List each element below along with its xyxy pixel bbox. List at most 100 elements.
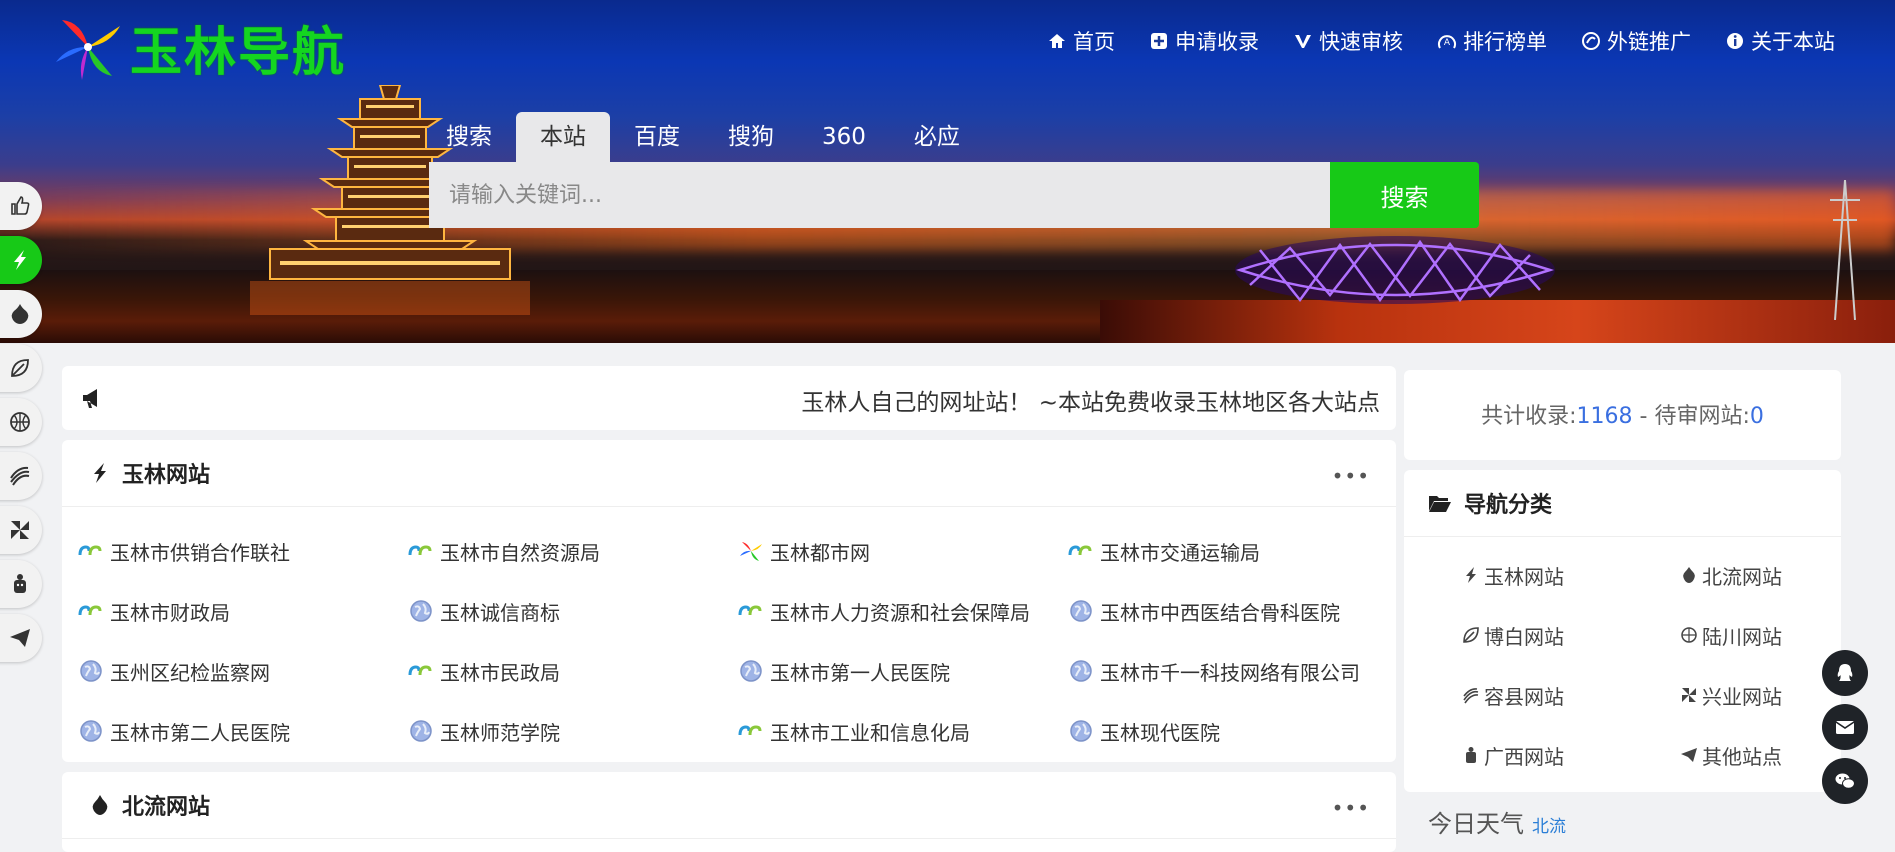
category-luchuan[interactable]: 陆川网站 bbox=[1622, 605, 1840, 665]
drupal-icon bbox=[11, 304, 29, 324]
home-icon bbox=[1049, 34, 1065, 48]
nav-home[interactable]: 首页 bbox=[1047, 26, 1115, 56]
notice-bar: 玉林人自己的网址站！ ~本站免费收录玉林地区各大站点 bbox=[62, 366, 1396, 430]
weather-widget: 今日天气 北流 bbox=[1428, 804, 1566, 839]
site-link[interactable]: 玉林市自然资源局 bbox=[408, 521, 738, 581]
site-link[interactable]: 玉林都市网 bbox=[738, 521, 1068, 581]
search-engine-tabs: 搜索 本站 百度 搜狗 360 必应 bbox=[440, 112, 984, 162]
site-link[interactable]: 玉林市人力资源和社会保障局 bbox=[738, 581, 1068, 641]
gov-icon bbox=[408, 545, 432, 556]
left-xingye-button[interactable] bbox=[0, 506, 42, 554]
section-header: 玉林网站 ••• bbox=[62, 440, 1396, 507]
email-button[interactable] bbox=[1822, 704, 1868, 750]
nav-ranking[interactable]: A 排行榜单 bbox=[1437, 26, 1547, 56]
left-yulin-button[interactable] bbox=[0, 236, 42, 284]
section-beiliu-sites: 北流网站 ••• bbox=[62, 772, 1396, 852]
section-yulin-sites: 玉林网站 ••• 玉林市供销合作联社 玉林市自然资源局 玉林都市网 玉林市交通运输局玉… bbox=[62, 440, 1396, 762]
tab-baidu[interactable]: 百度 bbox=[610, 112, 704, 162]
pinwheel-icon bbox=[1682, 688, 1696, 702]
site-name: 玉林市工业和信息化局 bbox=[770, 720, 970, 745]
category-rongxian[interactable]: 容县网站 bbox=[1404, 665, 1622, 725]
site-link[interactable]: 玉林市民政局 bbox=[408, 641, 738, 701]
site-link[interactable]: 玉林市第一人民医院 bbox=[738, 641, 1068, 701]
category-guangxi[interactable]: 广西网站 bbox=[1404, 725, 1622, 785]
stats-pending-label: 待审网站: bbox=[1654, 404, 1750, 429]
stats-separator: - bbox=[1632, 404, 1655, 429]
site-link[interactable]: 玉林市中西医结合骨科医院 bbox=[1068, 581, 1398, 641]
site-link[interactable]: 玉林市交通运输局 bbox=[1068, 521, 1398, 581]
drupal-icon bbox=[1683, 567, 1695, 583]
stats-line: 共计收录:1168 - 待审网站:0 bbox=[1404, 398, 1841, 430]
category-other[interactable]: 其他站点 bbox=[1622, 725, 1840, 785]
category-bobai[interactable]: 博白网站 bbox=[1404, 605, 1622, 665]
left-rongxian-button[interactable] bbox=[0, 452, 42, 500]
more-options-icon[interactable]: ••• bbox=[1332, 796, 1370, 820]
category-xingye[interactable]: 兴业网站 bbox=[1622, 665, 1840, 725]
search-button[interactable]: 搜索 bbox=[1330, 162, 1479, 228]
tab-sogou[interactable]: 搜狗 bbox=[704, 112, 798, 162]
tab-search[interactable]: 搜索 bbox=[440, 112, 516, 162]
left-other-button[interactable] bbox=[0, 614, 42, 662]
gov-icon bbox=[738, 725, 762, 736]
section-title: 北流网站 bbox=[122, 795, 211, 820]
tab-360[interactable]: 360 bbox=[798, 112, 890, 162]
category-label: 容县网站 bbox=[1484, 684, 1564, 709]
site-link[interactable]: 玉林市财政局 bbox=[78, 581, 408, 641]
leaf-icon bbox=[11, 359, 29, 377]
category-label: 博白网站 bbox=[1484, 624, 1564, 649]
site-link[interactable]: 玉林诚信商标 bbox=[408, 581, 738, 641]
nav-submit[interactable]: 申请收录 bbox=[1149, 26, 1259, 56]
site-logo[interactable]: 玉林导航 bbox=[52, 12, 346, 83]
info-icon bbox=[1727, 33, 1743, 49]
qq-icon bbox=[1837, 664, 1853, 681]
category-label: 陆川网站 bbox=[1702, 624, 1782, 649]
left-bobai-button[interactable] bbox=[0, 344, 42, 392]
globe-icon bbox=[1070, 660, 1092, 682]
gov-icon bbox=[738, 605, 762, 616]
hero-banner: 玉林导航 首页 申请收录 快速审核 A 排行榜单 外链推广 关于本站 搜索 本站 bbox=[0, 0, 1895, 343]
qq-button[interactable] bbox=[1822, 650, 1868, 696]
more-options-icon[interactable]: ••• bbox=[1332, 464, 1370, 488]
site-link[interactable]: 玉州区纪检监察网 bbox=[78, 641, 408, 701]
nav-external-links[interactable]: 外链推广 bbox=[1581, 26, 1691, 56]
site-link[interactable]: 玉林市千一科技网络有限公司 bbox=[1068, 641, 1398, 701]
site-link[interactable]: 玉林现代医院 bbox=[1068, 701, 1398, 761]
v-icon bbox=[1295, 35, 1311, 48]
wechat-button[interactable] bbox=[1822, 758, 1868, 804]
nav-fast-review-label: 快速审核 bbox=[1319, 30, 1403, 54]
tab-bing[interactable]: 必应 bbox=[890, 112, 984, 162]
nav-submit-label: 申请收录 bbox=[1175, 30, 1259, 54]
basketball-icon bbox=[1681, 627, 1697, 643]
site-name: 玉林市民政局 bbox=[440, 660, 560, 685]
site-link[interactable]: 玉林市第二人民医院 bbox=[78, 701, 408, 761]
category-label: 北流网站 bbox=[1702, 564, 1782, 589]
leaf-icon bbox=[1463, 627, 1479, 643]
site-name: 玉林诚信商标 bbox=[440, 600, 560, 625]
weather-city[interactable]: 北流 bbox=[1532, 817, 1566, 837]
tab-site[interactable]: 本站 bbox=[516, 112, 610, 162]
nav-ranking-label: 排行榜单 bbox=[1463, 30, 1547, 54]
drupal-icon bbox=[92, 795, 108, 815]
site-link[interactable]: 玉林市供销合作联社 bbox=[78, 521, 408, 581]
left-luchuan-button[interactable] bbox=[0, 398, 42, 446]
power-tower bbox=[1830, 180, 1860, 320]
pinwheel-icon bbox=[11, 521, 29, 539]
site-link[interactable]: 玉林师范学院 bbox=[408, 701, 738, 761]
nav-fast-review[interactable]: 快速审核 bbox=[1293, 26, 1403, 56]
left-beiliu-button[interactable] bbox=[0, 290, 42, 338]
section-title: 玉林网站 bbox=[122, 463, 211, 488]
left-guangxi-button[interactable] bbox=[0, 560, 42, 608]
left-category-bar bbox=[0, 182, 42, 668]
left-like-button[interactable] bbox=[0, 182, 42, 230]
category-beiliu[interactable]: 北流网站 bbox=[1622, 545, 1840, 605]
nav-about-label: 关于本站 bbox=[1751, 30, 1835, 54]
globe-icon bbox=[410, 720, 432, 742]
globe-icon bbox=[1070, 600, 1092, 622]
search-input[interactable] bbox=[429, 162, 1330, 228]
category-header: 导航分类 bbox=[1404, 470, 1841, 537]
basketball-icon bbox=[10, 412, 30, 432]
category-label: 玉林网站 bbox=[1484, 564, 1564, 589]
category-yulin[interactable]: 玉林网站 bbox=[1404, 545, 1622, 605]
site-link[interactable]: 玉林市工业和信息化局 bbox=[738, 701, 1068, 761]
nav-about[interactable]: 关于本站 bbox=[1725, 26, 1835, 56]
